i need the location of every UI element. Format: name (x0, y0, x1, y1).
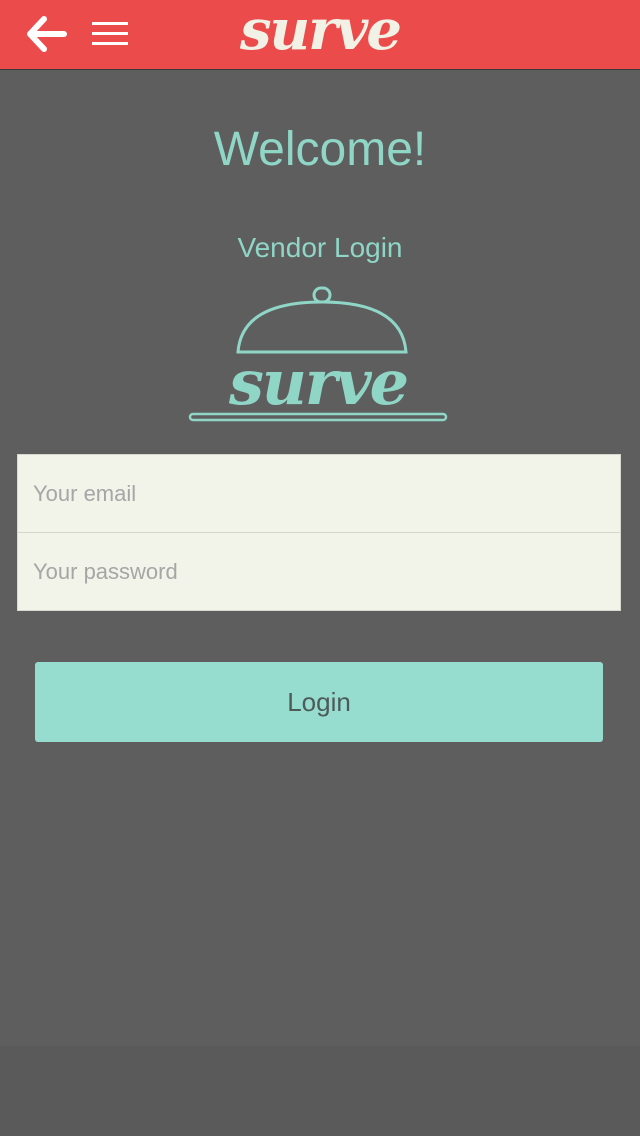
welcome-heading: Welcome! (213, 123, 427, 176)
header-logo: surve (240, 0, 402, 63)
hamburger-menu-icon (92, 22, 128, 45)
brand-logo-text: surve (228, 346, 407, 419)
top-app-bar: surve (0, 0, 640, 70)
surve-cloche-logo: surve (188, 286, 448, 422)
back-button[interactable] (24, 12, 70, 56)
vendor-login-subtitle: Vendor Login (237, 232, 403, 263)
password-field[interactable] (18, 533, 620, 611)
login-form (17, 454, 621, 611)
arrow-left-icon (27, 16, 67, 52)
login-button[interactable]: Login (35, 662, 603, 742)
menu-button[interactable] (90, 14, 132, 54)
email-field[interactable] (18, 455, 620, 533)
bottom-bar (0, 1046, 640, 1136)
